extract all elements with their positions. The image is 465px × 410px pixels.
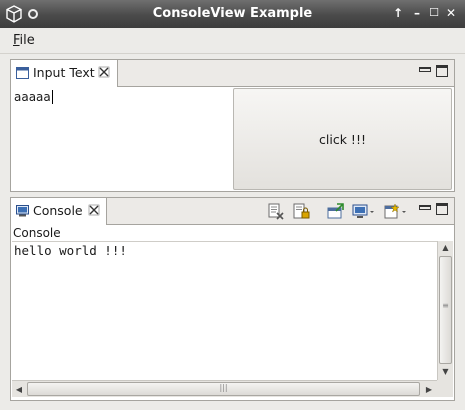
keep-above-icon[interactable]: ↑ [391, 6, 405, 20]
input-text-field[interactable]: aaaaa [13, 89, 232, 189]
scroll-left-arrow-icon[interactable]: ◀ [12, 382, 26, 397]
tab-console-label: Console [33, 203, 83, 218]
close-tab-icon[interactable] [88, 204, 100, 216]
maximize-view-button[interactable] [436, 65, 448, 77]
console-output-area[interactable]: hello world !!! [12, 241, 437, 380]
display-console-icon[interactable] [352, 203, 376, 220]
scroll-down-arrow-icon[interactable]: ▼ [438, 365, 453, 379]
input-view-tabstrip: Input Text [11, 60, 454, 87]
input-text-view: Input Text aaaaa click !!! [10, 59, 455, 192]
vertical-scroll-thumb[interactable]: ≡ [439, 256, 452, 364]
clear-console-icon[interactable] [267, 203, 285, 220]
close-tab-icon[interactable] [98, 66, 110, 78]
title-bar: ConsoleView Example ↑ – ☐ ✕ [0, 0, 465, 28]
horizontal-scroll-thumb[interactable]: ||| [27, 382, 420, 396]
close-window-button[interactable]: ✕ [444, 6, 458, 20]
minimize-window-button[interactable]: – [410, 6, 424, 20]
scroll-up-arrow-icon[interactable]: ▲ [438, 241, 453, 255]
console-icon [16, 205, 29, 217]
scrollbar-corner [437, 380, 453, 397]
menu-file[interactable]: File [13, 33, 35, 48]
scroll-right-arrow-icon[interactable]: ▶ [422, 382, 436, 397]
open-console-icon[interactable] [384, 203, 408, 220]
console-view-tabstrip: Console [11, 198, 454, 225]
minimize-view-button[interactable] [419, 67, 431, 72]
vertical-scrollbar[interactable]: ▲ ≡ ▼ [437, 241, 453, 380]
tab-console[interactable]: Console [11, 198, 107, 225]
click-button[interactable]: click !!! [233, 88, 452, 190]
tab-input-text[interactable]: Input Text [11, 60, 118, 87]
grip-icon: ||| [219, 383, 228, 392]
click-button-label: click !!! [319, 132, 366, 147]
console-header-label: Console [13, 226, 61, 240]
input-text-value: aaaaa [14, 90, 53, 104]
horizontal-scrollbar[interactable]: ◀ ||| ▶ [12, 380, 437, 397]
maximize-window-button[interactable]: ☐ [427, 6, 441, 20]
menu-bar: File [0, 28, 465, 54]
pin-console-icon[interactable] [327, 203, 345, 220]
scroll-lock-icon[interactable] [293, 203, 311, 220]
minimize-view-button[interactable] [419, 205, 431, 210]
grip-icon: ≡ [442, 301, 449, 310]
maximize-view-button[interactable] [436, 203, 448, 215]
tab-input-text-label: Input Text [33, 65, 95, 80]
window-icon [16, 67, 29, 79]
console-view: Console Console hello world !!! ▲ ≡ ▼ ◀ … [10, 197, 455, 401]
console-output-text: hello world !!! [14, 243, 127, 258]
